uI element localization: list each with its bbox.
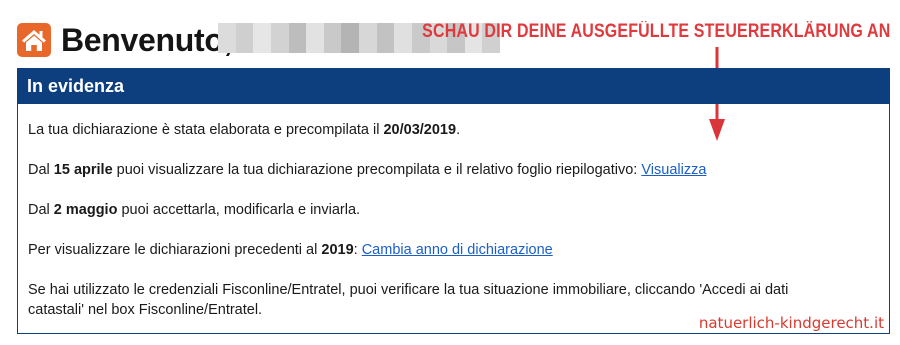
highlights-panel: In evidenza La tua dichiarazione è stata… — [17, 68, 890, 334]
previous-year: 2019 — [321, 242, 354, 258]
view-date: 15 aprile — [53, 162, 113, 178]
annotation-label: SCHAU DIR DEINE AUSGEFÜLLTE STEUERERKLÄR… — [421, 21, 890, 42]
panel-title: In evidenza — [18, 69, 889, 104]
info-accept: Dal 2 maggio puoi accettarla, modificarl… — [28, 202, 361, 218]
processed-date: 20/03/2019 — [383, 122, 457, 138]
panel-body: La tua dichiarazione è stata elaborata e… — [18, 104, 889, 320]
change-year-link[interactable]: Cambia anno di dichiarazione — [362, 242, 553, 258]
home-icon[interactable] — [17, 23, 51, 57]
info-processed: La tua dichiarazione è stata elaborata e… — [28, 122, 461, 138]
accept-date: 2 maggio — [53, 202, 118, 218]
watermark: natuerlich-kindgerecht.it — [698, 314, 884, 332]
visualizza-link[interactable]: Visualizza — [641, 162, 706, 178]
info-view: Dal 15 aprile puoi visualizzare la tua d… — [28, 162, 707, 178]
info-previous: Per visualizzare le dichiarazioni preced… — [28, 242, 553, 258]
welcome-greeting: Benvenuto, — [61, 21, 233, 58]
page-header: Benvenuto, — [17, 20, 233, 60]
